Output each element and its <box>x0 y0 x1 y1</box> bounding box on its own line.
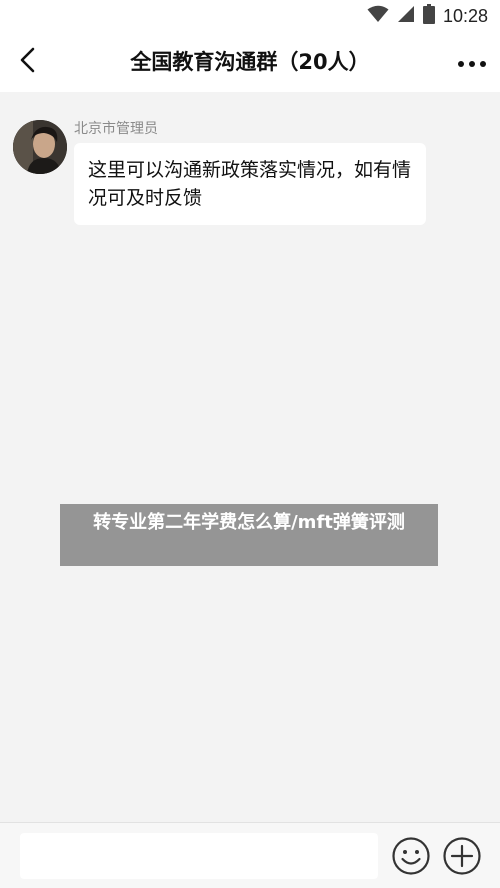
chat-area[interactable]: 北京市管理员 这里可以沟通新政策落实情况，如有情况可及时反馈 转专业第二年学费怎… <box>0 92 500 822</box>
message-input[interactable] <box>20 833 378 879</box>
input-bar <box>0 822 500 888</box>
emoji-button[interactable] <box>390 835 432 877</box>
signal-icon <box>397 5 415 27</box>
back-button[interactable] <box>10 44 46 80</box>
status-bar: 10:28 <box>0 0 500 32</box>
chevron-left-icon <box>18 47 38 77</box>
emoji-icon <box>390 837 432 881</box>
more-horizontal-icon <box>457 53 487 72</box>
status-time: 10:28 <box>442 5 488 26</box>
status-icons: 10:28 <box>367 4 488 28</box>
watermark-banner: 转专业第二年学费怎么算/mft弹簧评测 <box>60 504 438 566</box>
message-bubble[interactable]: 这里可以沟通新政策落实情况，如有情况可及时反馈 <box>74 143 426 225</box>
more-button[interactable] <box>452 44 492 80</box>
plus-circle-icon <box>441 837 483 881</box>
page-title: 全国教育沟通群（20人） <box>130 50 370 74</box>
avatar[interactable] <box>13 120 67 174</box>
add-button[interactable] <box>441 835 483 877</box>
sender-name: 北京市管理员 <box>74 121 158 137</box>
battery-icon <box>422 4 435 28</box>
wifi-icon <box>367 5 389 27</box>
app-bar: 全国教育沟通群（20人） <box>0 32 500 92</box>
